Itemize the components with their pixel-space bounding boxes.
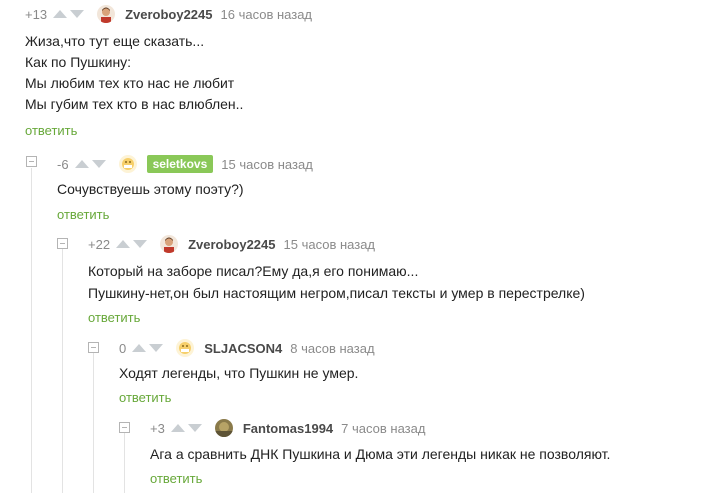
photo-avatar-icon[interactable]	[214, 419, 233, 437]
comment-header: +13 Zveroboy2245 16 часов назад	[25, 4, 312, 24]
downvote-icon[interactable]	[133, 240, 148, 248]
upvote-icon[interactable]	[74, 160, 89, 168]
comment-time: 7 часов назад	[341, 420, 426, 436]
comment-text-line: Мы любим тех кто нас не любит	[25, 75, 235, 91]
reply-link[interactable]: ответить	[119, 390, 171, 405]
reply-link[interactable]: ответить	[150, 471, 202, 486]
comment-author[interactable]: Fantomas1994	[243, 421, 333, 436]
comment-author[interactable]: SLJACSON4	[204, 341, 282, 356]
comment-text-line: Как по Пушкину:	[25, 54, 132, 70]
thread-line	[93, 352, 94, 493]
downvote-icon[interactable]	[91, 160, 106, 168]
thread-line	[31, 168, 32, 493]
comment-rating: +22	[88, 236, 111, 252]
comment-text-line: Ага а сравнить ДНК Пушкина и Дюма эти ле…	[150, 446, 611, 462]
reply-link[interactable]: ответить	[25, 123, 77, 138]
comment-header: +3 Fantomas1994 7 часов назад	[150, 418, 425, 438]
upvote-icon[interactable]	[116, 240, 131, 248]
comment-header: 0 SLJACSON4 8 часов назад	[119, 338, 375, 358]
comment-rating: +3	[150, 420, 165, 436]
comment-text-line: Жиза,что тут еще сказать...	[25, 33, 205, 49]
comment-author[interactable]: seletkovs	[146, 155, 214, 173]
upvote-icon[interactable]	[132, 344, 147, 352]
comment-time: 8 часов назад	[290, 340, 375, 356]
thread-line	[62, 248, 63, 493]
comment-author[interactable]: Zveroboy2245	[125, 7, 212, 22]
comment-body: Ходят легенды, что Пушкин не умер.	[119, 363, 358, 384]
upvote-icon[interactable]	[53, 10, 68, 18]
comment-body: Сочувствуешь этому поэту?)	[57, 179, 244, 200]
comment-time: 15 часов назад	[283, 236, 376, 252]
comment-header: -6 seletkovs 15 часов назад	[57, 154, 313, 174]
comment-body: Ага а сравнить ДНК Пушкина и Дюма эти ле…	[150, 444, 610, 465]
comment-text-line: Пушкину-нет,он был настоящим негром,писа…	[88, 285, 585, 301]
comment-author[interactable]: Zveroboy2245	[188, 237, 275, 252]
comment-text-line: Ходят легенды, что Пушкин не умер.	[119, 365, 359, 381]
collapse-thread-button[interactable]	[119, 422, 130, 433]
reply-link[interactable]: ответить	[57, 207, 109, 222]
upvote-icon[interactable]	[170, 424, 185, 432]
downvote-icon[interactable]	[149, 344, 164, 352]
comment-rating: 0	[119, 340, 127, 356]
thread-line	[124, 432, 125, 493]
comment-header: +22 Zveroboy2245 15 часов назад	[88, 234, 375, 254]
collapse-thread-button[interactable]	[26, 156, 37, 167]
comment-time: 16 часов назад	[220, 6, 313, 22]
man-avatar-icon[interactable]	[160, 235, 179, 253]
collapse-thread-button[interactable]	[88, 342, 99, 353]
downvote-icon[interactable]	[187, 424, 202, 432]
default-avatar-icon[interactable]	[118, 155, 137, 173]
comment-text-line: Мы губим тех кто в нас влюблен..	[25, 96, 244, 112]
man-avatar-icon[interactable]	[97, 5, 116, 23]
reply-link[interactable]: ответить	[88, 310, 140, 325]
comment-body: Жиза,что тут еще сказать... Как по Пушки…	[25, 31, 243, 115]
downvote-icon[interactable]	[70, 10, 85, 18]
comment-rating: -6	[57, 156, 69, 172]
collapse-thread-button[interactable]	[57, 238, 68, 249]
comment-text-line: Сочувствуешь этому поэту?)	[57, 181, 244, 197]
comment-rating: +13	[25, 6, 48, 22]
default-avatar-icon[interactable]	[176, 339, 195, 357]
comment-text-line: Который на заборе писал?Ему да,я его пон…	[88, 263, 419, 279]
comment-body: Который на заборе писал?Ему да,я его пон…	[88, 261, 585, 304]
comment-time: 15 часов назад	[221, 156, 313, 172]
